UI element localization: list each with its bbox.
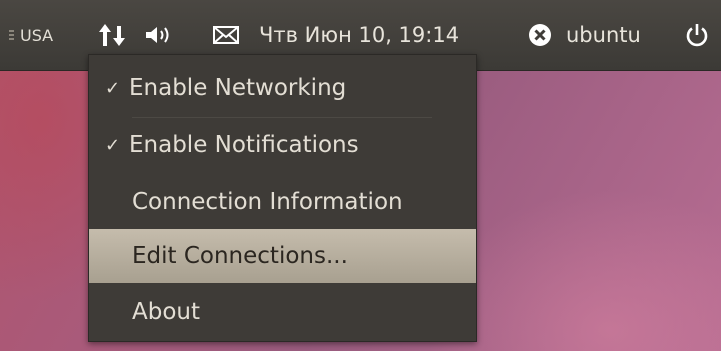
check-icon: ✓ xyxy=(105,77,121,99)
menu-item-label: Enable Notifications xyxy=(129,132,359,158)
menu-item-about[interactable]: About xyxy=(89,285,476,339)
username[interactable]: ubuntu xyxy=(566,0,641,70)
screen: USA Чтв Июн 10, 19:14 ubuntu ✓ Enable Ne… xyxy=(0,0,721,351)
menu-item-label: Enable Networking xyxy=(129,75,347,101)
menu-item-label: Connection Information xyxy=(132,189,403,215)
menu-item-connection-information[interactable]: Connection Information xyxy=(89,175,476,229)
power-icon[interactable] xyxy=(684,0,714,70)
panel-grip-icon xyxy=(8,0,14,70)
network-menu: ✓ Enable Networking ✓ Enable Notificatio… xyxy=(88,54,477,342)
menu-item-label: About xyxy=(132,299,201,325)
menu-item-edit-connections[interactable]: Edit Connections... xyxy=(89,229,476,283)
check-icon: ✓ xyxy=(105,134,121,156)
menu-item-enable-notifications[interactable]: ✓ Enable Notifications xyxy=(89,118,476,172)
keyboard-layout-indicator[interactable]: USA xyxy=(20,0,53,70)
menu-item-enable-networking[interactable]: ✓ Enable Networking xyxy=(89,61,476,115)
user-status-icon[interactable] xyxy=(527,0,557,70)
menu-item-label: Edit Connections... xyxy=(132,243,348,269)
